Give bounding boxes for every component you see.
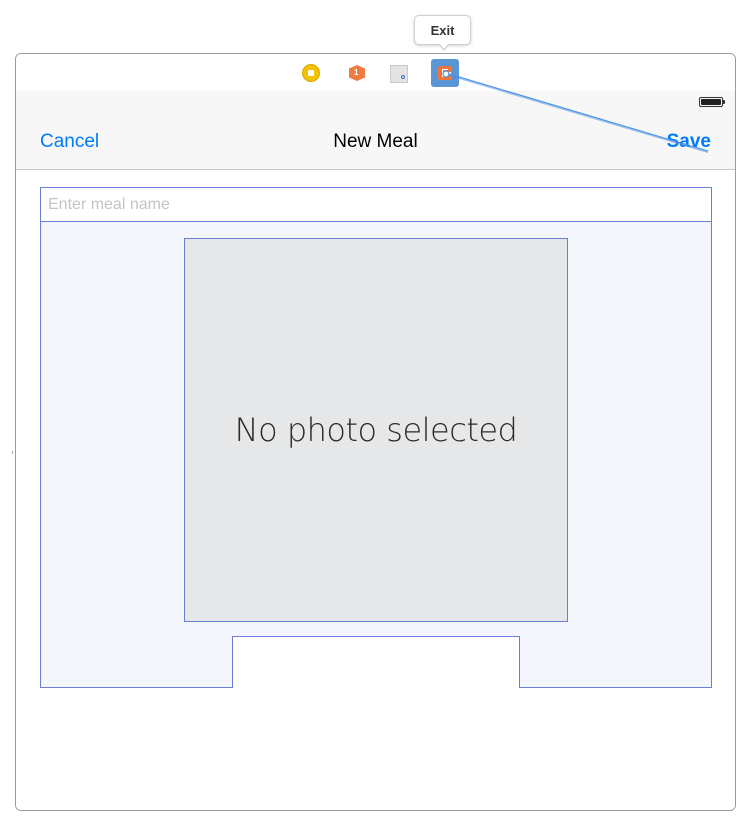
exit-icon[interactable] (431, 59, 459, 87)
stack-view[interactable]: Enter meal name No photo selected (40, 187, 712, 688)
status-bar (16, 91, 735, 111)
responder-badge: 1 (354, 68, 359, 77)
tooltip-arrow-fill (439, 43, 449, 49)
nav-title: New Meal (333, 131, 418, 152)
gesture-icon[interactable] (390, 62, 410, 83)
ios-screen: Cancel New Meal Save Enter meal name No … (16, 91, 735, 810)
meal-name-field[interactable]: Enter meal name (41, 188, 711, 222)
interface-builder-canvas: Exit 1 Cancel New Meal Save Enter meal n… (0, 0, 748, 824)
battery-icon (699, 97, 725, 107)
rating-control[interactable] (232, 636, 520, 688)
meal-name-placeholder: Enter meal name (48, 196, 170, 213)
photo-placeholder-label: No photo selected (234, 411, 518, 449)
scene-frame[interactable]: 1 Cancel New Meal Save Enter meal name N… (15, 53, 736, 811)
photo-image-view[interactable]: No photo selected (184, 238, 568, 622)
exit-tooltip: Exit (414, 15, 471, 45)
view-controller-icon[interactable] (301, 62, 321, 82)
margin-tick (12, 451, 13, 454)
first-responder-icon[interactable]: 1 (347, 62, 367, 82)
tooltip-label: Exit (430, 22, 455, 38)
scene-dock: 1 (16, 54, 735, 92)
save-button[interactable]: Save (667, 131, 711, 153)
